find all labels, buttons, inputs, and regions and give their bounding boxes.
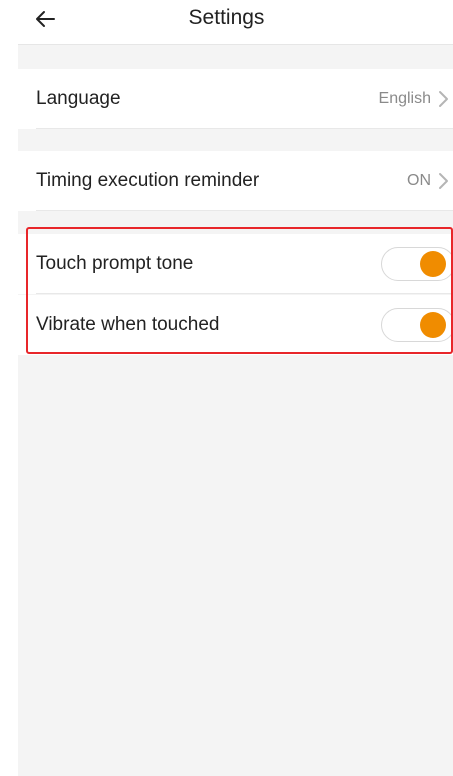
settings-list: Language English Timing execution remind…	[18, 44, 453, 776]
language-row[interactable]: Language English	[18, 69, 453, 129]
vibrate-label: Vibrate when touched	[36, 314, 220, 335]
timing-reminder-label: Timing execution reminder	[36, 170, 260, 191]
row-divider	[36, 128, 453, 129]
touch-tone-row: Touch prompt tone	[18, 234, 453, 294]
language-value: English	[378, 90, 431, 107]
toggle-knob	[420, 251, 446, 277]
row-divider	[36, 293, 453, 294]
touch-tone-label: Touch prompt tone	[36, 253, 194, 274]
language-label: Language	[36, 88, 121, 109]
vibrate-toggle[interactable]	[381, 308, 453, 342]
toggle-knob	[420, 312, 446, 338]
chevron-right-icon	[439, 173, 448, 189]
vibrate-row: Vibrate when touched	[18, 295, 453, 355]
chevron-right-icon	[439, 91, 448, 107]
row-divider	[36, 210, 453, 211]
timing-reminder-value: ON	[407, 172, 431, 189]
page-title: Settings	[188, 6, 265, 29]
settings-screen: Settings Language English Timing executi…	[0, 0, 453, 776]
timing-reminder-row[interactable]: Timing execution reminder ON	[18, 151, 453, 211]
touch-tone-toggle[interactable]	[381, 247, 453, 281]
app-header: Settings	[0, 0, 453, 44]
